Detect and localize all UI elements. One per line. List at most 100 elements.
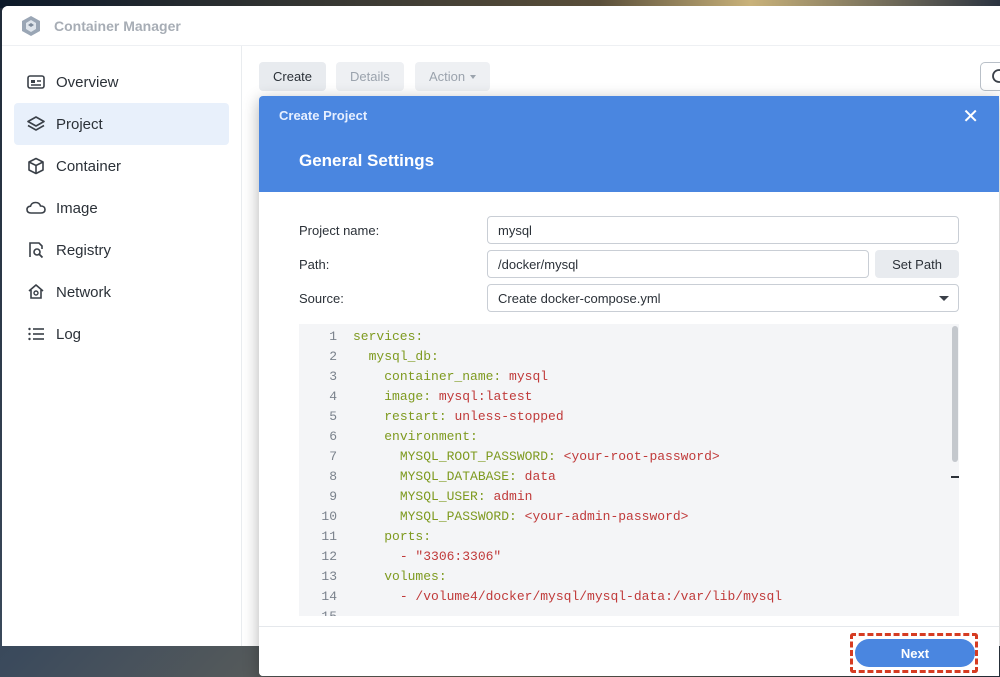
line-number: 2 bbox=[329, 349, 337, 364]
yaml-key: restart: bbox=[384, 409, 447, 424]
yaml-value: admin bbox=[485, 489, 533, 504]
container-manager-logo-icon bbox=[20, 15, 42, 37]
cube-icon bbox=[26, 156, 46, 176]
line-number: 9 bbox=[329, 489, 337, 504]
source-selected-value: Create docker-compose.yml bbox=[498, 290, 661, 306]
yaml-key: MYSQL_USER: bbox=[399, 489, 486, 504]
line-number: 8 bbox=[329, 469, 337, 484]
project-name-input[interactable]: mysql bbox=[487, 216, 959, 244]
sidebar-item-label: Registry bbox=[56, 241, 112, 259]
search-icon bbox=[992, 69, 1000, 83]
yaml-key: - bbox=[399, 589, 416, 604]
details-button[interactable]: Details bbox=[336, 62, 404, 91]
yaml-key: mysql_db: bbox=[368, 349, 439, 364]
line-number: 4 bbox=[329, 389, 337, 404]
action-dropdown-button[interactable]: Action bbox=[415, 62, 491, 91]
code-line: 6 environment: bbox=[299, 427, 949, 447]
project-name-label: Project name: bbox=[299, 223, 380, 238]
caret-down-icon bbox=[470, 74, 477, 79]
path-input[interactable]: /docker/mysql bbox=[487, 250, 869, 278]
line-number: 11 bbox=[321, 529, 337, 544]
sidebar-item-container[interactable]: Container bbox=[14, 145, 229, 187]
code-line: 15 bbox=[299, 607, 949, 616]
line-number: 6 bbox=[329, 429, 337, 444]
line-number: 1 bbox=[329, 329, 337, 344]
sidebar-item-label: Overview bbox=[56, 73, 119, 91]
layers-icon bbox=[26, 114, 46, 134]
action-label: Action bbox=[429, 69, 466, 84]
code-line: 2 mysql_db: bbox=[299, 347, 949, 367]
next-button[interactable]: Next bbox=[855, 639, 975, 667]
yaml-value: "3306:3306" bbox=[415, 549, 502, 564]
code-line: 10 MYSQL_PASSWORD: <your-admin-password> bbox=[299, 507, 949, 527]
compose-code-editor[interactable]: 1 services: 2 mysql_db: 3 container_name: m… bbox=[299, 324, 959, 616]
yaml-key: MYSQL_DATABASE: bbox=[399, 469, 517, 484]
cloud-icon bbox=[26, 198, 46, 218]
create-button[interactable]: Create bbox=[259, 62, 327, 91]
sidebar: Overview Project Container Image Registr… bbox=[2, 46, 242, 646]
code-line: 13 volumes: bbox=[299, 567, 949, 587]
yaml-key: environment: bbox=[384, 429, 478, 444]
sidebar-item-overview[interactable]: Overview bbox=[14, 61, 229, 103]
app-title: Container Manager bbox=[54, 17, 181, 34]
yaml-value: mysql:latest bbox=[431, 389, 533, 404]
line-number: 12 bbox=[321, 549, 337, 564]
yaml-value: <your-admin-password> bbox=[516, 509, 689, 524]
line-number: 15 bbox=[299, 607, 337, 616]
code-line: 3 container_name: mysql bbox=[299, 367, 949, 387]
yaml-value: data bbox=[516, 469, 556, 484]
sidebar-item-image[interactable]: Image bbox=[14, 187, 229, 229]
dialog-title: Create Project bbox=[279, 108, 368, 123]
close-icon[interactable]: ✕ bbox=[962, 104, 979, 129]
titlebar: Container Manager bbox=[2, 6, 1000, 46]
line-number: 7 bbox=[329, 449, 337, 464]
yaml-key: image: bbox=[384, 389, 432, 404]
scrollbar-thumb[interactable] bbox=[952, 326, 958, 462]
sidebar-item-label: Container bbox=[56, 157, 122, 175]
yaml-value: <your-root-password> bbox=[555, 449, 720, 464]
yaml-key: MYSQL_ROOT_PASSWORD: bbox=[399, 449, 556, 464]
code-line: 14 - /volume4/docker/mysql/mysql-data:/v… bbox=[299, 587, 949, 607]
set-path-button[interactable]: Set Path bbox=[875, 250, 959, 278]
dialog-footer: Next bbox=[259, 626, 999, 676]
yaml-key: volumes: bbox=[384, 569, 447, 584]
source-select[interactable]: Create docker-compose.yml bbox=[487, 284, 959, 312]
code-line: 1 services: bbox=[299, 327, 949, 347]
list-icon bbox=[26, 324, 46, 344]
line-number: 5 bbox=[329, 409, 337, 424]
network-house-icon bbox=[26, 282, 46, 302]
sidebar-item-network[interactable]: Network bbox=[14, 271, 229, 313]
code-line: 5 restart: unless-stopped bbox=[299, 407, 949, 427]
yaml-value: unless-stopped bbox=[446, 409, 564, 424]
scrollbar-marker bbox=[951, 476, 959, 478]
code-line: 11 ports: bbox=[299, 527, 949, 547]
yaml-key: ports: bbox=[384, 529, 432, 544]
editor-scrollbar[interactable] bbox=[951, 324, 959, 616]
code-line: 8 MYSQL_DATABASE: data bbox=[299, 467, 949, 487]
yaml-value: /volume4/docker/mysql/mysql-data:/var/li… bbox=[415, 589, 783, 604]
sidebar-item-label: Image bbox=[56, 199, 98, 217]
section-heading: General Settings bbox=[299, 151, 435, 170]
sidebar-item-project[interactable]: Project bbox=[14, 103, 229, 145]
line-number: 14 bbox=[321, 589, 337, 604]
search-field[interactable] bbox=[980, 62, 1000, 91]
registry-search-icon bbox=[26, 240, 46, 260]
source-label: Source: bbox=[299, 291, 344, 306]
overview-icon bbox=[26, 72, 46, 92]
sidebar-item-log[interactable]: Log bbox=[14, 313, 229, 355]
code-line: 12 - "3306:3306" bbox=[299, 547, 949, 567]
path-label: Path: bbox=[299, 257, 330, 272]
dialog-header: Create Project ✕ General Settings bbox=[259, 96, 999, 192]
yaml-value: mysql bbox=[501, 369, 549, 384]
sidebar-item-registry[interactable]: Registry bbox=[14, 229, 229, 271]
sidebar-item-label: Log bbox=[56, 325, 82, 343]
yaml-key: services: bbox=[353, 329, 424, 344]
code-line: 4 image: mysql:latest bbox=[299, 387, 949, 407]
yaml-key: container_name: bbox=[384, 369, 502, 384]
line-number: 10 bbox=[321, 509, 337, 524]
chevron-down-icon bbox=[939, 296, 949, 301]
sidebar-item-label: Network bbox=[56, 283, 112, 301]
create-project-dialog: Create Project ✕ General Settings Projec… bbox=[259, 96, 999, 676]
line-number: 13 bbox=[321, 569, 337, 584]
line-number: 3 bbox=[329, 369, 337, 384]
